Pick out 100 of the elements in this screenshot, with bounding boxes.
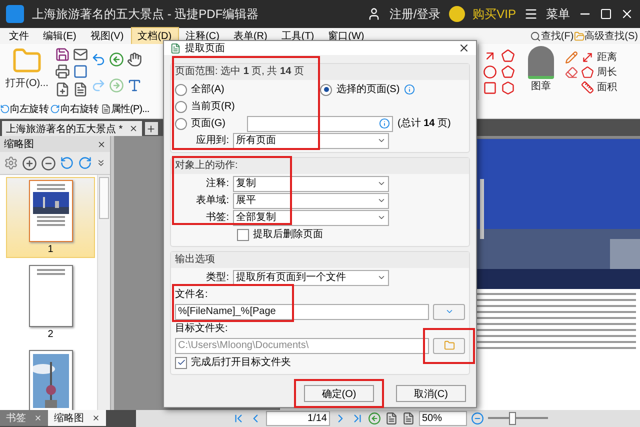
- gear-icon[interactable]: [4, 156, 18, 170]
- radio-button[interactable]: [175, 100, 187, 112]
- user-icon[interactable]: [367, 7, 382, 21]
- radio-label[interactable]: 选择的页面(S): [336, 84, 400, 96]
- open-button[interactable]: 打开(O)...: [6, 76, 48, 90]
- panel-tab[interactable]: 缩略图: [48, 410, 106, 426]
- folder-field[interactable]: C:\Users\Mloong\Documents\: [175, 338, 429, 354]
- advanced-find-button[interactable]: 高级查找(S): [584, 29, 638, 43]
- properties-button[interactable]: 属性(P)...: [100, 102, 150, 116]
- panel-tab[interactable]: 书签: [0, 410, 48, 426]
- zoom-out-icon[interactable]: [41, 156, 56, 170]
- slider-thumb[interactable]: [508, 412, 516, 425]
- zoom-in-icon[interactable]: [22, 156, 37, 170]
- page-total: (总计 14 页): [397, 118, 451, 130]
- radio-button[interactable]: [175, 118, 187, 130]
- file-icon[interactable]: [55, 82, 70, 97]
- info-icon[interactable]: [404, 84, 415, 95]
- menu-icon[interactable]: [524, 7, 538, 21]
- info-icon[interactable]: [379, 118, 390, 129]
- caret-icon[interactable]: [377, 273, 386, 282]
- stamp-button[interactable]: 图章: [531, 79, 551, 93]
- single-page-icon[interactable]: [385, 412, 398, 425]
- page-thumbnail: [28, 265, 72, 327]
- back-icon[interactable]: [368, 412, 381, 425]
- pencil-icon[interactable]: [565, 50, 578, 64]
- close-icon[interactable]: [620, 7, 634, 21]
- back-icon[interactable]: [109, 52, 124, 66]
- rotate-left-icon[interactable]: [0, 104, 10, 114]
- checkbox[interactable]: [237, 228, 249, 240]
- perimeter-icon[interactable]: [581, 66, 594, 78]
- printer-icon[interactable]: [55, 64, 70, 80]
- close-icon[interactable]: [128, 124, 138, 133]
- perimeter-button[interactable]: 周长: [597, 65, 617, 79]
- search-icon[interactable]: [530, 30, 541, 42]
- apply-to-select[interactable]: 所有页面: [233, 132, 389, 148]
- more-icon[interactable]: [96, 158, 106, 168]
- thumbnail-item[interactable]: 2: [6, 262, 95, 343]
- two-page-icon[interactable]: [402, 412, 415, 425]
- undo-icon[interactable]: [91, 52, 106, 66]
- properties-icon[interactable]: [100, 104, 111, 114]
- pages-field[interactable]: [247, 116, 394, 132]
- page-field[interactable]: 1/14: [266, 411, 330, 426]
- hand-icon[interactable]: [127, 52, 142, 66]
- scrollbar[interactable]: [97, 175, 110, 410]
- rotate-right-button[interactable]: 向右旋转: [50, 102, 99, 116]
- radio-label[interactable]: 当前页(R): [191, 100, 235, 112]
- close-icon[interactable]: [92, 414, 100, 422]
- close-icon[interactable]: [458, 42, 470, 54]
- menu-link[interactable]: 菜单: [546, 6, 570, 22]
- thumbnail-item[interactable]: 1: [6, 177, 95, 258]
- type-select[interactable]: 提取所有页面到一个文件: [233, 270, 389, 286]
- close-icon[interactable]: [97, 140, 106, 148]
- polygon-icon[interactable]: [501, 49, 515, 63]
- maximize-icon[interactable]: [600, 8, 612, 20]
- caret-icon[interactable]: [377, 136, 386, 145]
- distance-button[interactable]: 距离: [597, 50, 617, 64]
- menu-item[interactable]: 视图(V): [83, 27, 131, 45]
- document-tab[interactable]: 上海旅游著名的五大景点 *: [2, 121, 142, 136]
- rectangle-icon[interactable]: [483, 81, 497, 95]
- menu-item[interactable]: 文件: [2, 27, 36, 45]
- radio-button[interactable]: [320, 84, 332, 96]
- rotate-left-button[interactable]: 向左旋转: [0, 102, 48, 116]
- page-icon[interactable]: [73, 82, 88, 97]
- ok-button[interactable]: 确定(O): [304, 385, 374, 402]
- distance-icon[interactable]: [581, 50, 594, 64]
- menu-item[interactable]: 编辑(E): [36, 27, 84, 45]
- zoom-out-icon[interactable]: [471, 412, 484, 425]
- pentagon-icon[interactable]: [501, 65, 515, 79]
- rotate-right-icon[interactable]: [50, 104, 60, 114]
- rotate-right-icon[interactable]: [78, 156, 92, 170]
- filename-field[interactable]: %[FileName]_%[Page: [175, 304, 430, 320]
- checkbox[interactable]: [175, 356, 187, 368]
- mail-icon[interactable]: [73, 47, 88, 62]
- save-icon[interactable]: [55, 47, 70, 62]
- find-button[interactable]: 查找(F): [540, 29, 574, 43]
- checkbox-label[interactable]: 完成后打开目标文件夹: [191, 356, 291, 368]
- login-link[interactable]: 注册/登录: [389, 6, 441, 22]
- radio-button[interactable]: [175, 84, 187, 96]
- field-label: 表单域:: [195, 194, 229, 206]
- radio-label[interactable]: 全部(A): [191, 84, 224, 96]
- circle-icon[interactable]: [483, 65, 497, 79]
- checkbox-label[interactable]: 提取后删除页面: [253, 228, 323, 240]
- eraser-icon[interactable]: [565, 66, 578, 78]
- radio-label[interactable]: 页面(G): [191, 118, 226, 130]
- vip-link[interactable]: 购买VIP: [472, 6, 516, 22]
- dropdown-select[interactable]: 全部复制: [233, 210, 389, 226]
- zoom-select[interactable]: 50%: [419, 411, 467, 426]
- coin-icon[interactable]: [448, 6, 465, 22]
- cancel-button[interactable]: 取消(C): [396, 385, 466, 402]
- area-icon[interactable]: [581, 80, 594, 94]
- last-page-icon[interactable]: [351, 412, 364, 425]
- stamp-icon[interactable]: [528, 46, 554, 79]
- scrollbar-thumb[interactable]: [99, 177, 109, 219]
- section-heading: 页面范围: 选中 1 页, 共 14 页: [171, 64, 469, 80]
- rotate-left-icon[interactable]: [60, 156, 74, 170]
- dropdown-select[interactable]: 展平: [233, 192, 389, 208]
- area-button[interactable]: 面积: [597, 80, 617, 94]
- text-select-icon[interactable]: [127, 78, 142, 92]
- field-label: 文件名:: [175, 288, 208, 300]
- dropdown-select[interactable]: 复制: [233, 176, 389, 192]
